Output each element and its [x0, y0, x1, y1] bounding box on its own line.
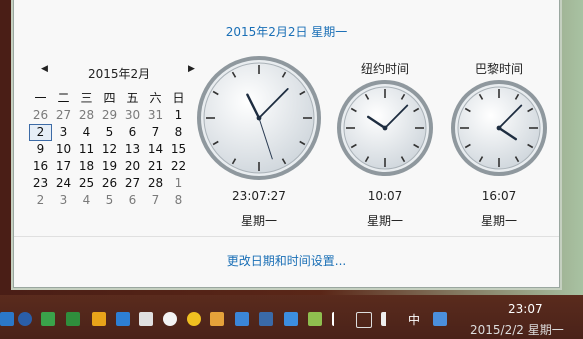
- calendar-day[interactable]: 8: [167, 124, 190, 141]
- mail-icon[interactable]: [259, 312, 273, 326]
- weekday-header: 五: [126, 91, 139, 105]
- calendar-week: 2 3 4 5 6 7 8: [29, 124, 190, 141]
- clock-center: [496, 125, 502, 131]
- chevron-right-icon[interactable]: ▶: [188, 64, 195, 74]
- calendar-day[interactable]: 8: [167, 192, 190, 209]
- calendar-day[interactable]: 30: [121, 107, 144, 124]
- chevron-left-icon[interactable]: ◀: [41, 64, 48, 74]
- change-datetime-settings-link[interactable]: 更改日期和时间设置...: [14, 252, 559, 269]
- calendar-day[interactable]: 29: [98, 107, 121, 124]
- calendar-week: 26 27 28 29 30 31 1: [29, 107, 190, 124]
- calendar-day[interactable]: 23: [29, 175, 52, 192]
- calendar-day[interactable]: 7: [144, 124, 167, 141]
- calendar-day[interactable]: 4: [75, 192, 98, 209]
- calendar-day[interactable]: 17: [52, 158, 75, 175]
- newyork-clock-time: 10:07: [367, 189, 403, 203]
- calendar-navigation: ◀ 2015年2月 ▶: [28, 63, 195, 82]
- date-title: 2015年2月2日 星期一: [225, 25, 348, 39]
- local-analog-clock: [197, 56, 321, 180]
- calendar-day[interactable]: 4: [75, 124, 98, 141]
- windows-icon[interactable]: [0, 312, 14, 326]
- calendar-day[interactable]: 7: [144, 192, 167, 209]
- calendar-day[interactable]: 1: [167, 175, 190, 192]
- check-shield-icon[interactable]: [308, 312, 322, 326]
- clock-icon[interactable]: [18, 312, 32, 326]
- search-icon[interactable]: [210, 312, 224, 326]
- calendar-day[interactable]: 27: [121, 175, 144, 192]
- calendar-month-label[interactable]: 2015年2月: [88, 65, 150, 82]
- taskbar-clock-date[interactable]: 2015/2/2 星期一: [470, 321, 564, 338]
- cloud-icon[interactable]: [163, 312, 177, 326]
- plus-icon[interactable]: [187, 312, 201, 326]
- flag-icon[interactable]: [332, 312, 348, 326]
- local-clock-time: 23:07:27: [232, 189, 286, 203]
- calendar-week: 16 17 18 19 20 21 22: [29, 158, 190, 175]
- network-icon[interactable]: [284, 312, 298, 326]
- calendar-day[interactable]: 16: [29, 158, 52, 175]
- calendar-day[interactable]: 14: [144, 141, 167, 158]
- calendar-day[interactable]: 3: [52, 124, 75, 141]
- newyork-clock-name: 纽约时间: [360, 62, 409, 76]
- pen-icon[interactable]: [116, 312, 130, 326]
- calendar-day[interactable]: 11: [75, 141, 98, 158]
- calendar-day[interactable]: 25: [75, 175, 98, 192]
- calendar-day[interactable]: 20: [121, 158, 144, 175]
- shield-icon[interactable]: [41, 312, 55, 326]
- weekday-header: 一: [34, 91, 47, 105]
- shield-icon[interactable]: [66, 312, 80, 326]
- calendar-day[interactable]: 2: [29, 192, 52, 209]
- calendar-day[interactable]: 28: [144, 175, 167, 192]
- calendar-day[interactable]: 5: [98, 124, 121, 141]
- calendar-day[interactable]: 26: [98, 175, 121, 192]
- calendar-day[interactable]: 12: [98, 141, 121, 158]
- calendar-day[interactable]: 18: [75, 158, 98, 175]
- calendar-day[interactable]: 1: [167, 107, 190, 124]
- calendar-day[interactable]: 3: [52, 192, 75, 209]
- calendar-day[interactable]: 6: [121, 124, 144, 141]
- calendar-day[interactable]: 5: [98, 192, 121, 209]
- keyboard-icon[interactable]: [433, 312, 447, 326]
- calendar-day[interactable]: 27: [52, 107, 75, 124]
- weekday-header-row: 一 二 三 四 五 六 日: [29, 90, 190, 107]
- newyork-analog-clock: [337, 80, 433, 176]
- weekday-header: 四: [103, 91, 116, 105]
- calendar-day[interactable]: 15: [167, 141, 190, 158]
- calendar-day[interactable]: 31: [144, 107, 167, 124]
- clock-center: [256, 115, 262, 121]
- calendar-grid: 一 二 三 四 五 六 日 26 27 28 29 30 31 1 2 3 4 …: [29, 90, 190, 209]
- calendar-week: 23 24 25 26 27 28 1: [29, 175, 190, 192]
- calendar-week: 2 3 4 5 6 7 8: [29, 192, 190, 209]
- calendar-day[interactable]: 13: [121, 141, 144, 158]
- clock-center: [382, 125, 388, 131]
- calendar-day[interactable]: 21: [144, 158, 167, 175]
- weekday-header: 三: [80, 91, 93, 105]
- calendar-day[interactable]: 22: [167, 158, 190, 175]
- calendar-day[interactable]: 26: [29, 107, 52, 124]
- paris-clock-weekday: 星期一: [480, 214, 517, 228]
- paris-analog-clock: [451, 80, 547, 176]
- calendar-day[interactable]: 10: [52, 141, 75, 158]
- paris-clock-name: 巴黎时间: [474, 62, 523, 76]
- calendar-day[interactable]: 28: [75, 107, 98, 124]
- volume-icon[interactable]: [381, 312, 400, 326]
- globe-icon[interactable]: [235, 312, 249, 326]
- calendar-week: 9 10 11 12 13 14 15: [29, 141, 190, 158]
- calendar-day[interactable]: 24: [52, 175, 75, 192]
- ime-mode-label[interactable]: 中: [408, 311, 420, 328]
- calendar-day-today[interactable]: 2: [29, 124, 52, 141]
- taskbar-clock-time[interactable]: 23:07: [508, 302, 543, 316]
- calendar-day[interactable]: 19: [98, 158, 121, 175]
- weekday-header: 二: [57, 91, 70, 105]
- clock-calendar-flyout: 2015年2月2日 星期一 ◀ 2015年2月 ▶ 一 二 三 四 五 六 日 …: [13, 0, 560, 288]
- weekday-header: 日: [172, 91, 185, 105]
- newyork-clock-weekday: 星期一: [366, 214, 403, 228]
- paris-clock-time: 16:07: [481, 189, 517, 203]
- calendar-day[interactable]: 9: [29, 141, 52, 158]
- local-clock-weekday: 星期一: [240, 214, 277, 228]
- doc-icon[interactable]: [139, 312, 153, 326]
- wifi-icon[interactable]: [356, 312, 372, 328]
- calendar-day[interactable]: 6: [121, 192, 144, 209]
- weekday-header: 六: [149, 91, 162, 105]
- bing-icon[interactable]: [92, 312, 106, 326]
